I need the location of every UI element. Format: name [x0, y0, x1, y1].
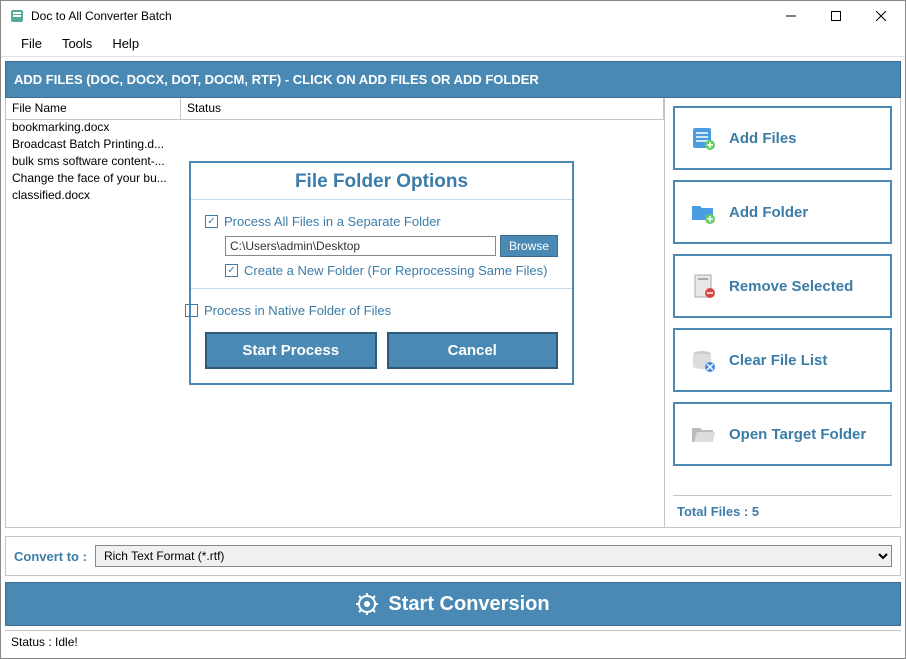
process-native-checkbox[interactable]: [185, 304, 198, 317]
table-row[interactable]: bookmarking.docx: [6, 120, 181, 137]
add-folder-button[interactable]: Add Folder: [673, 180, 892, 244]
menubar: File Tools Help: [1, 31, 905, 57]
dialog-title: File Folder Options: [191, 163, 572, 200]
total-files-label: Total Files : 5: [673, 495, 892, 519]
minimize-button[interactable]: [768, 2, 813, 30]
add-files-label: Add Files: [729, 130, 797, 147]
process-separate-label: Process All Files in a Separate Folder: [224, 214, 441, 229]
column-filename[interactable]: File Name: [6, 98, 181, 119]
gear-icon: [356, 593, 378, 615]
table-row[interactable]: bulk sms software content-...: [6, 154, 181, 171]
action-sidebar: Add Files Add Folder Remove Selected Cle…: [665, 98, 900, 527]
table-row[interactable]: Change the face of your bu...: [6, 171, 181, 188]
convert-format-select[interactable]: Rich Text Format (*.rtf): [95, 545, 892, 567]
create-new-folder-checkbox[interactable]: ✓: [225, 264, 238, 277]
clear-list-button[interactable]: Clear File List: [673, 328, 892, 392]
status-bar: Status : Idle!: [5, 630, 901, 653]
start-conversion-label: Start Conversion: [388, 593, 549, 616]
folder-path-input[interactable]: [225, 236, 496, 256]
cancel-button[interactable]: Cancel: [387, 332, 559, 369]
table-row[interactable]: Broadcast Batch Printing.d...: [6, 137, 181, 154]
close-button[interactable]: [858, 2, 903, 30]
titlebar: Doc to All Converter Batch: [1, 1, 905, 31]
add-files-button[interactable]: Add Files: [673, 106, 892, 170]
browse-button[interactable]: Browse: [500, 235, 558, 257]
remove-selected-button[interactable]: Remove Selected: [673, 254, 892, 318]
convert-to-label: Convert to :: [14, 549, 87, 564]
menu-help[interactable]: Help: [102, 34, 149, 53]
add-files-banner: ADD FILES (DOC, DOCX, DOT, DOCM, RTF) - …: [5, 61, 901, 98]
remove-selected-label: Remove Selected: [729, 278, 853, 295]
add-files-icon: [689, 124, 717, 152]
start-process-button[interactable]: Start Process: [205, 332, 377, 369]
convert-to-row: Convert to : Rich Text Format (*.rtf): [5, 536, 901, 576]
file-folder-options-dialog: File Folder Options ✓ Process All Files …: [189, 161, 574, 385]
menu-file[interactable]: File: [11, 34, 52, 53]
process-separate-checkbox[interactable]: ✓: [205, 215, 218, 228]
remove-selected-icon: [689, 272, 717, 300]
window-title: Doc to All Converter Batch: [31, 9, 768, 23]
clear-list-icon: [689, 346, 717, 374]
process-native-label: Process in Native Folder of Files: [204, 303, 391, 318]
open-folder-icon: [689, 420, 717, 448]
maximize-button[interactable]: [813, 2, 858, 30]
column-status[interactable]: Status: [181, 98, 664, 119]
add-folder-label: Add Folder: [729, 204, 808, 221]
table-row[interactable]: classified.docx: [6, 188, 181, 205]
app-icon: [9, 8, 25, 24]
add-folder-icon: [689, 198, 717, 226]
clear-list-label: Clear File List: [729, 352, 827, 369]
menu-tools[interactable]: Tools: [52, 34, 102, 53]
open-target-label: Open Target Folder: [729, 426, 866, 443]
open-target-button[interactable]: Open Target Folder: [673, 402, 892, 466]
create-new-folder-label: Create a New Folder (For Reprocessing Sa…: [244, 263, 547, 278]
start-conversion-button[interactable]: Start Conversion: [5, 582, 901, 626]
